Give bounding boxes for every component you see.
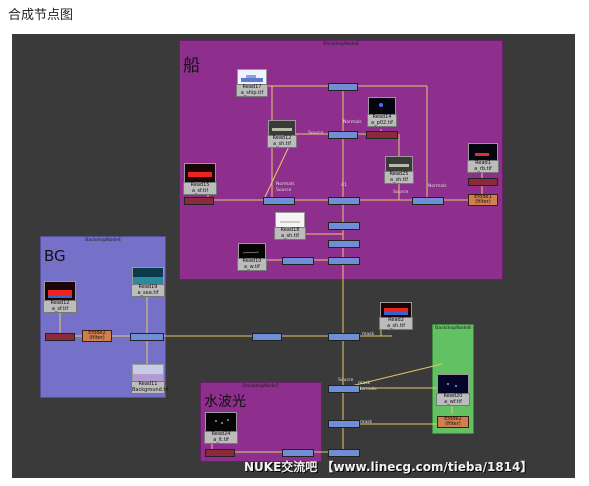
read25-thumbnail[interactable] bbox=[385, 156, 413, 172]
read14-thumbnail[interactable] bbox=[368, 97, 396, 115]
read19-node[interactable]: Read19 a_sea.tif bbox=[131, 284, 165, 297]
wire-label: mask bbox=[360, 420, 373, 425]
water-sparkle-icon bbox=[447, 383, 457, 387]
wire-label: Normals bbox=[428, 184, 447, 189]
ivalt-node-main[interactable] bbox=[328, 385, 360, 393]
read1-thumbnail[interactable] bbox=[468, 143, 498, 161]
read15-node[interactable]: Read15 a_sf.tif bbox=[183, 182, 217, 195]
grade-node[interactable] bbox=[282, 257, 314, 265]
read12a-thumbnail[interactable] bbox=[268, 120, 296, 136]
wire-label: Source bbox=[276, 188, 292, 193]
read12a-node[interactable]: Read12 a_sh.tif bbox=[267, 135, 297, 148]
read10-node[interactable]: Read10 a_w.tif bbox=[237, 258, 267, 271]
merge-node-6[interactable] bbox=[328, 257, 360, 265]
connection-wires bbox=[59, 85, 497, 454]
erode3-node[interactable]: Erode2 (filter) bbox=[437, 416, 469, 428]
read15-thumbnail[interactable] bbox=[184, 163, 216, 183]
read10-thumbnail[interactable] bbox=[238, 243, 266, 259]
read1-node[interactable]: Read1 a_rb.tif bbox=[467, 160, 499, 173]
merge-node-main[interactable] bbox=[328, 333, 360, 341]
shuffle-node[interactable] bbox=[366, 131, 398, 139]
merge-node-top[interactable] bbox=[328, 83, 358, 91]
read19-thumbnail[interactable] bbox=[132, 267, 164, 285]
read12b-node[interactable]: Read12 a_sf.tif bbox=[43, 300, 77, 313]
sparkle-icon bbox=[379, 103, 383, 107]
read12b-thumbnail[interactable] bbox=[44, 281, 76, 301]
sky-icon bbox=[133, 374, 163, 381]
wire-label: mask bbox=[362, 332, 375, 337]
wire-label: Normals bbox=[343, 120, 362, 125]
grade-node-water[interactable] bbox=[282, 449, 314, 457]
merge-node-bottom[interactable] bbox=[328, 449, 360, 457]
channel-node[interactable] bbox=[184, 197, 214, 205]
read20-thumbnail[interactable] bbox=[437, 374, 469, 394]
ivalt-node-2[interactable] bbox=[263, 197, 295, 205]
wake-icon bbox=[242, 251, 260, 254]
read24-node[interactable]: Read24 a_lt.tif bbox=[204, 431, 238, 444]
sketch-icon bbox=[280, 221, 300, 223]
shuffle-node-bg[interactable] bbox=[45, 333, 75, 341]
boat-red-icon bbox=[48, 290, 72, 298]
watermark: NUKE交流吧 【www.linecg.com/tieba/1814】 bbox=[244, 460, 533, 474]
wire-label: Normals bbox=[358, 387, 377, 392]
boat-red-icon bbox=[384, 308, 408, 315]
read2-node[interactable]: Read2 a_sh.tif bbox=[379, 317, 413, 330]
merge-node-4[interactable] bbox=[328, 222, 360, 230]
node-graph-canvas[interactable]: BackdropNode6 船 BackdropNode4 BG Backdro… bbox=[12, 34, 575, 478]
boat-red-icon bbox=[188, 172, 212, 177]
boat-icon bbox=[475, 153, 489, 156]
read24-thumbnail[interactable] bbox=[205, 412, 237, 432]
ship-icon bbox=[241, 75, 263, 82]
invert-node[interactable] bbox=[468, 178, 498, 186]
shuffle-node-water[interactable] bbox=[205, 449, 235, 457]
page-title: 合成节点图 bbox=[8, 8, 74, 23]
read11-node[interactable]: Read11 Background.tif bbox=[131, 381, 169, 394]
ship-icon bbox=[389, 164, 409, 167]
wire-label: Normals bbox=[276, 182, 295, 187]
wire-label: Source bbox=[308, 131, 324, 136]
read18-thumbnail[interactable] bbox=[275, 212, 305, 228]
transform-node[interactable] bbox=[252, 333, 282, 341]
wire-label: Source bbox=[338, 378, 354, 383]
read2-thumbnail[interactable] bbox=[380, 302, 412, 318]
ship-icon bbox=[272, 128, 292, 131]
read17-node[interactable]: Read17 a_ship.tif bbox=[236, 84, 268, 97]
erode2-node[interactable]: Erode2 (filter) bbox=[82, 330, 112, 342]
merge-node-bg[interactable] bbox=[130, 333, 164, 341]
read11-thumbnail[interactable] bbox=[132, 364, 164, 382]
ivalt-node-1[interactable] bbox=[328, 131, 358, 139]
wire-label: A1 bbox=[341, 183, 347, 188]
read25-node[interactable]: Read25 a_sh.tif bbox=[384, 171, 414, 184]
light-icon bbox=[215, 419, 229, 424]
read18-node[interactable]: Read18 a_sh.tif bbox=[274, 227, 306, 240]
ivalt-node-3[interactable] bbox=[412, 197, 444, 205]
sea-icon bbox=[133, 277, 163, 284]
merge-node-lower[interactable] bbox=[328, 420, 360, 428]
merge-node-5[interactable] bbox=[328, 240, 360, 248]
read20-node[interactable]: Read20 a_wf.tif bbox=[436, 393, 470, 406]
read17-thumbnail[interactable] bbox=[237, 69, 267, 85]
erode1-node[interactable]: Erode1 (filter) bbox=[468, 194, 498, 206]
wire-label: Source bbox=[393, 190, 409, 195]
read14-node[interactable]: Read14 a_p02.tif bbox=[367, 114, 397, 127]
merge-node-mid[interactable] bbox=[328, 197, 360, 205]
